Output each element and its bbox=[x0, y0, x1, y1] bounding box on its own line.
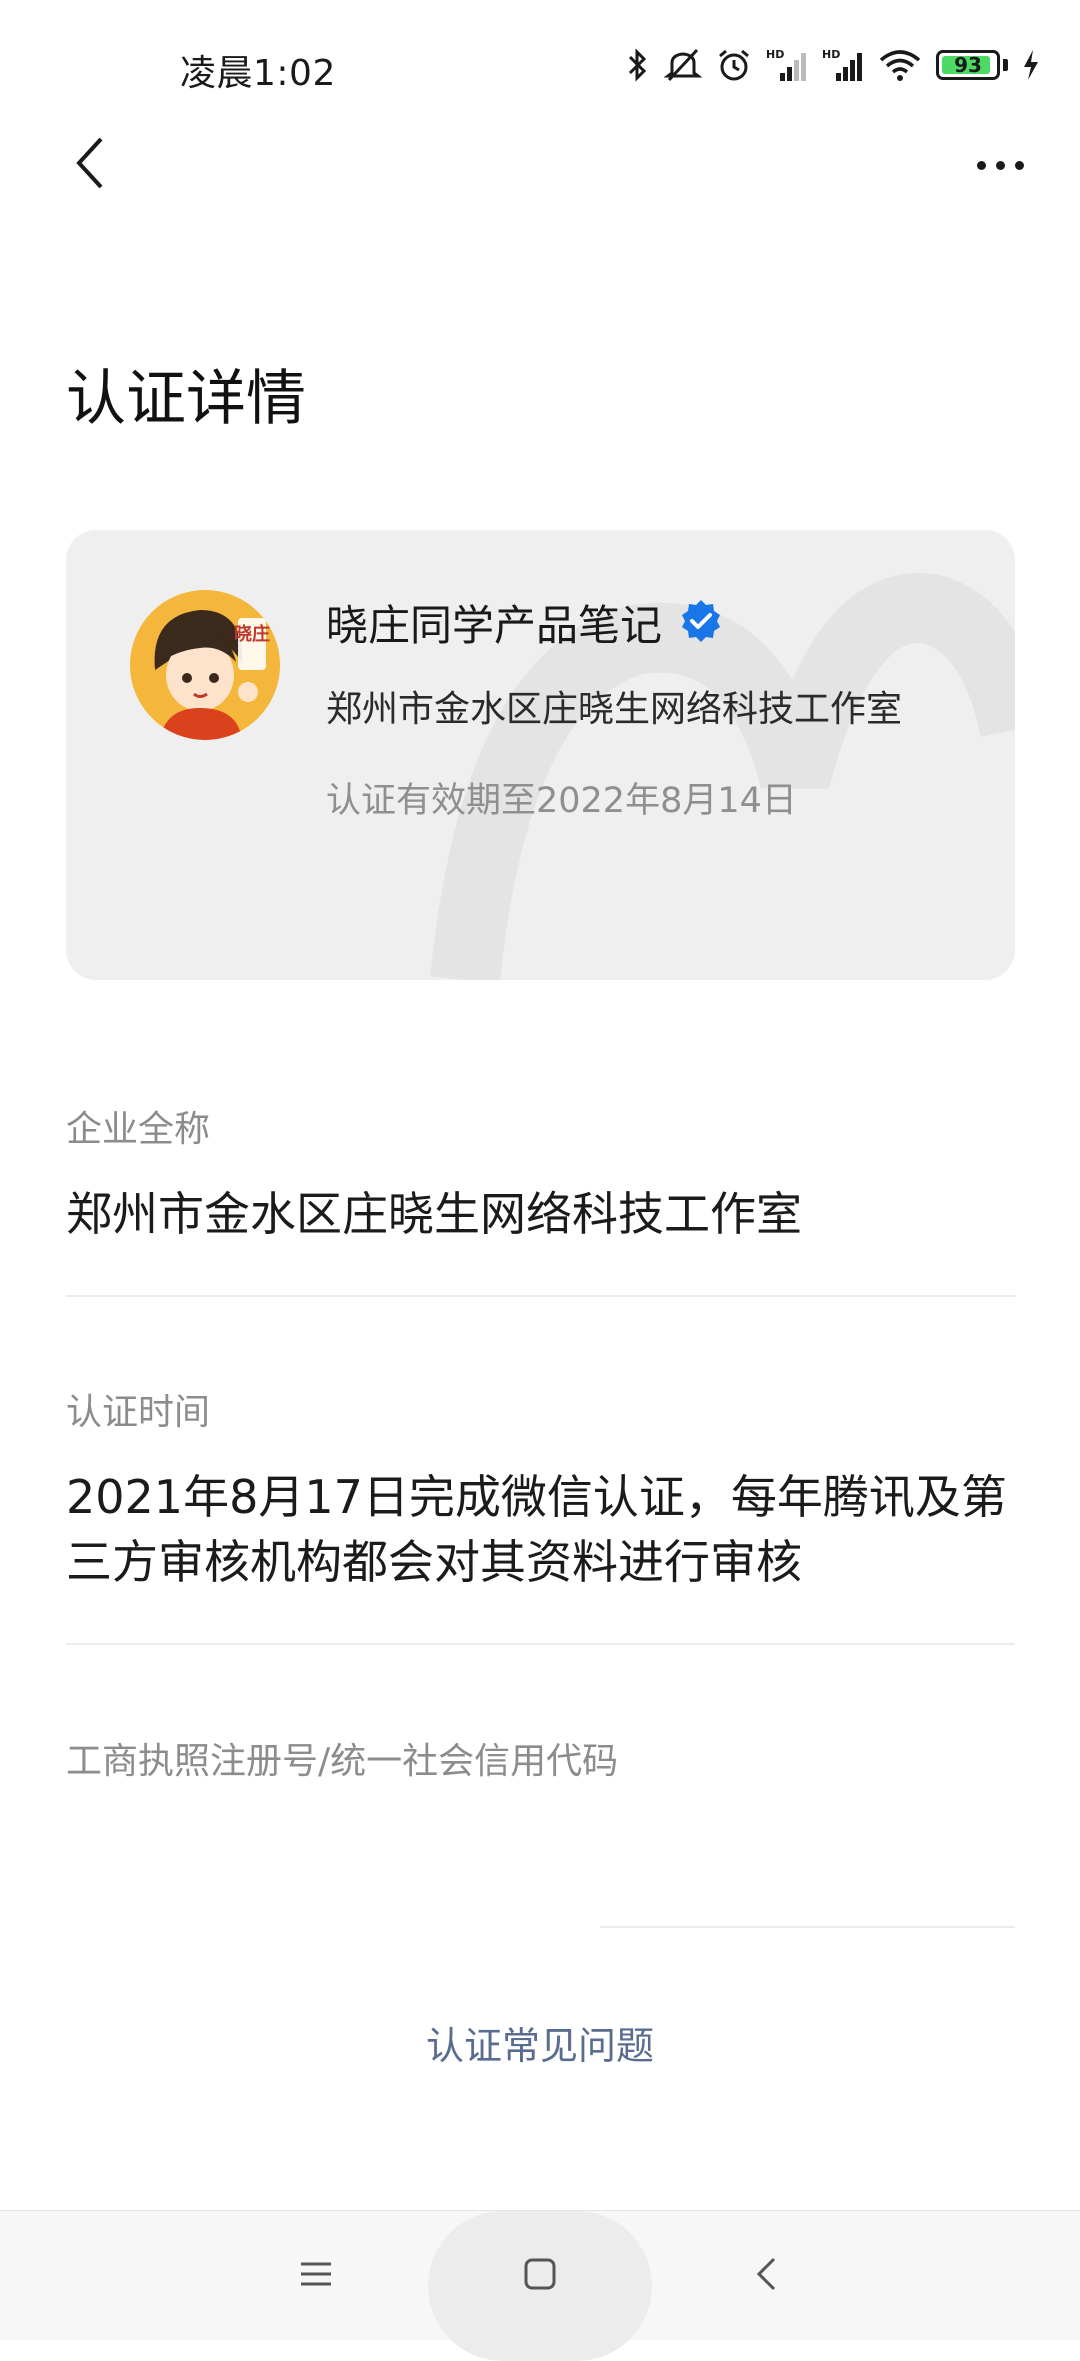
charging-icon bbox=[1022, 48, 1040, 82]
account-name: 晓庄同学产品笔记 bbox=[326, 592, 662, 653]
account-name-row: 晓庄同学产品笔记 bbox=[326, 592, 724, 653]
menu-button[interactable] bbox=[286, 2246, 346, 2306]
faq-link[interactable]: 认证常见问题 bbox=[0, 2015, 1080, 2070]
svg-text:HD: HD bbox=[766, 48, 784, 61]
account-card: 晓庄 晓庄同学产品笔记 郑州市金水区庄晓生网络科技工作室 认证有效期至2022年… bbox=[66, 530, 1015, 980]
company-full-name-section: 企业全称 郑州市金水区庄晓生网络科技工作室 bbox=[66, 1100, 1015, 1247]
certification-validity: 认证有效期至2022年8月14日 bbox=[326, 772, 797, 823]
mute-icon bbox=[664, 47, 702, 83]
svg-text:HD: HD bbox=[822, 48, 840, 61]
certification-time-label: 认证时间 bbox=[66, 1383, 1015, 1435]
avatar[interactable]: 晓庄 bbox=[130, 590, 280, 740]
more-button[interactable] bbox=[960, 140, 1040, 190]
back-button[interactable] bbox=[60, 130, 120, 200]
more-dots-icon bbox=[996, 161, 1005, 170]
divider bbox=[600, 1926, 1015, 1928]
more-dots-icon bbox=[977, 161, 986, 170]
more-dots-icon bbox=[1015, 161, 1024, 170]
wifi-icon bbox=[878, 47, 922, 83]
battery-cap bbox=[1003, 59, 1008, 71]
certification-time-section: 认证时间 2021年8月17日完成微信认证，每年腾讯及第三方审核机构都会对其资料… bbox=[66, 1383, 1015, 1595]
status-time: 凌晨1:02 bbox=[180, 44, 336, 96]
chevron-left-icon bbox=[73, 135, 107, 195]
system-nav-bar bbox=[0, 2210, 1080, 2340]
company-full-name-value: 郑州市金水区庄晓生网络科技工作室 bbox=[66, 1182, 1015, 1247]
menu-icon bbox=[299, 2260, 333, 2292]
divider bbox=[66, 1295, 1015, 1297]
divider bbox=[66, 1643, 1015, 1645]
battery-icon: 93 bbox=[936, 50, 1000, 80]
registration-number-section: 工商执照注册号/统一社会信用代码 bbox=[66, 1732, 1015, 1814]
alarm-icon bbox=[716, 47, 752, 83]
verified-badge-icon bbox=[678, 598, 724, 648]
home-button[interactable] bbox=[510, 2246, 570, 2306]
account-company: 郑州市金水区庄晓生网络科技工作室 bbox=[326, 680, 902, 732]
back-triangle-icon bbox=[754, 2256, 778, 2296]
system-back-button[interactable] bbox=[736, 2246, 796, 2306]
hd-signal-icon: HD bbox=[822, 47, 864, 83]
bluetooth-icon bbox=[626, 47, 650, 83]
page-title: 认证详情 bbox=[66, 350, 306, 437]
hd-signal-icon: HD bbox=[766, 47, 808, 83]
registration-number-label: 工商执照注册号/统一社会信用代码 bbox=[66, 1732, 1015, 1784]
status-icons: HD HD 93 bbox=[626, 40, 1040, 90]
battery-level: 93 bbox=[954, 53, 982, 77]
home-square-icon bbox=[523, 2257, 557, 2295]
status-bar: 凌晨1:02 HD HD 93 bbox=[0, 0, 1080, 130]
avatar-label: 晓庄 bbox=[234, 623, 270, 645]
company-full-name-label: 企业全称 bbox=[66, 1100, 1015, 1152]
certification-time-value: 2021年8月17日完成微信认证，每年腾讯及第三方审核机构都会对其资料进行审核 bbox=[66, 1465, 1015, 1595]
